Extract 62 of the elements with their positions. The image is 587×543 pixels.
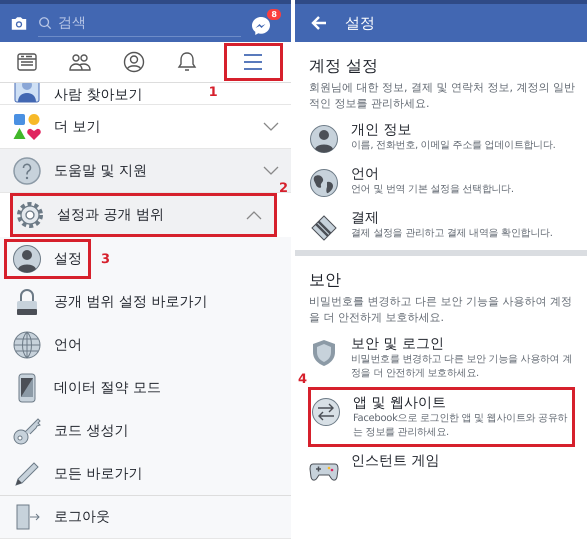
menu-item[interactable]: 데이터 절약 모드 — [0, 366, 291, 409]
chevron-icon[interactable] — [246, 210, 262, 220]
help-icon — [12, 156, 42, 186]
menu-item[interactable]: 언어 — [0, 323, 291, 366]
chevron-icon[interactable] — [263, 166, 279, 176]
camera-icon[interactable] — [10, 16, 28, 30]
step-number: 2 — [278, 181, 288, 196]
search-icon — [38, 16, 52, 30]
earth-icon — [309, 168, 339, 198]
chevron-icon[interactable] — [263, 122, 279, 132]
gear-icon — [15, 200, 45, 230]
item-title: 보안 및 로그인 — [351, 335, 445, 353]
menu-item[interactable]: 공개 범위 설정 바로가기 — [0, 280, 291, 323]
menu-item[interactable]: 로그아웃 — [0, 495, 291, 539]
item-title: 결제 — [351, 209, 380, 227]
menu-label: 설정과 공개 범위 — [57, 206, 164, 224]
menu-label: 사람 찾아보기 — [54, 86, 142, 104]
settings-item[interactable]: 인스턴트 게임 — [309, 447, 575, 491]
arrows-icon — [311, 397, 341, 427]
menu-label: 언어 — [54, 336, 82, 354]
item-title: 인스턴트 게임 — [351, 452, 440, 470]
item-title: 개인 정보 — [351, 121, 412, 139]
section-description: 회원님에 대한 정보, 결제 및 연락처 정보, 계정의 일반적인 정보를 관리하세요. — [309, 80, 575, 112]
menu-label: 도움말 및 지원 — [54, 162, 147, 180]
settings-item[interactable]: 결제 결제 설정을 관리하고 결제 내역을 확인합니다. — [309, 204, 575, 248]
people-icon — [12, 83, 42, 104]
menu-item[interactable]: 설정 3 — [0, 237, 291, 280]
step-number: 1 — [208, 85, 218, 100]
item-description: 언어 및 번역 기본 설정을 선택합니다. — [351, 183, 514, 197]
menu-label: 더 보기 — [54, 118, 100, 136]
item-description: 결제 설정을 관리하고 결제 내역을 확인합니다. — [351, 227, 553, 241]
settings-item[interactable]: 언어 언어 및 번역 기본 설정을 선택합니다. — [309, 160, 575, 204]
settings-item[interactable]: 보안 및 로그인 비밀번호를 변경하고 다른 보안 기능을 사용하여 계정을 더 안전하게 보호하세요. — [309, 330, 575, 387]
profile-icon — [122, 50, 146, 74]
back-arrow-icon[interactable] — [311, 16, 327, 30]
step-number: 3 — [100, 252, 110, 266]
globe-icon — [12, 330, 42, 360]
section-heading: 계정 설정 — [309, 56, 380, 77]
menu-label: 코드 생성기 — [54, 422, 128, 440]
menu-label: 데이터 절약 모드 — [54, 378, 161, 396]
page-title: 설정 — [345, 14, 375, 32]
item-description: Facebook으로 로그인한 앱 및 웹사이트와 공유하는 정보를 관리하세요. — [353, 412, 568, 440]
menu-item[interactable]: 모든 바로가기 — [0, 452, 291, 495]
settings-item[interactable]: 개인 정보 이름, 전화번호, 이메일 주소를 업데이트합니다. — [309, 116, 575, 160]
item-title: 언어 — [351, 165, 380, 183]
menu-item[interactable]: 코드 생성기 — [0, 409, 291, 452]
person-icon — [12, 244, 42, 274]
menu-label: 모든 바로가기 — [54, 464, 142, 482]
item-description: 비밀번호를 변경하고 다른 보안 기능을 사용하여 계정을 더 안전하게 보호하세요. — [351, 353, 573, 381]
key-icon — [12, 416, 42, 446]
shapes-icon — [12, 112, 42, 142]
section-description: 비밀번호를 변경하고 다른 보안 기능을 사용하여 계정을 더 안전하게 보호하세요. — [309, 294, 573, 326]
item-description: 이름, 전화번호, 이메일 주소를 업데이트합니다. — [351, 139, 556, 153]
notification-badge: 8 — [267, 9, 281, 20]
section-heading: 보안 — [309, 270, 342, 291]
menu-label: 공개 범위 설정 바로가기 — [54, 292, 208, 310]
item-title: 앱 및 웹사이트 — [353, 394, 447, 412]
step-number: 4 — [298, 372, 308, 387]
menu-label: 로그아웃 — [54, 508, 110, 526]
person-icon — [309, 124, 339, 154]
menu-label: 설정 — [54, 250, 82, 268]
search-field[interactable]: 검색 — [58, 14, 178, 30]
